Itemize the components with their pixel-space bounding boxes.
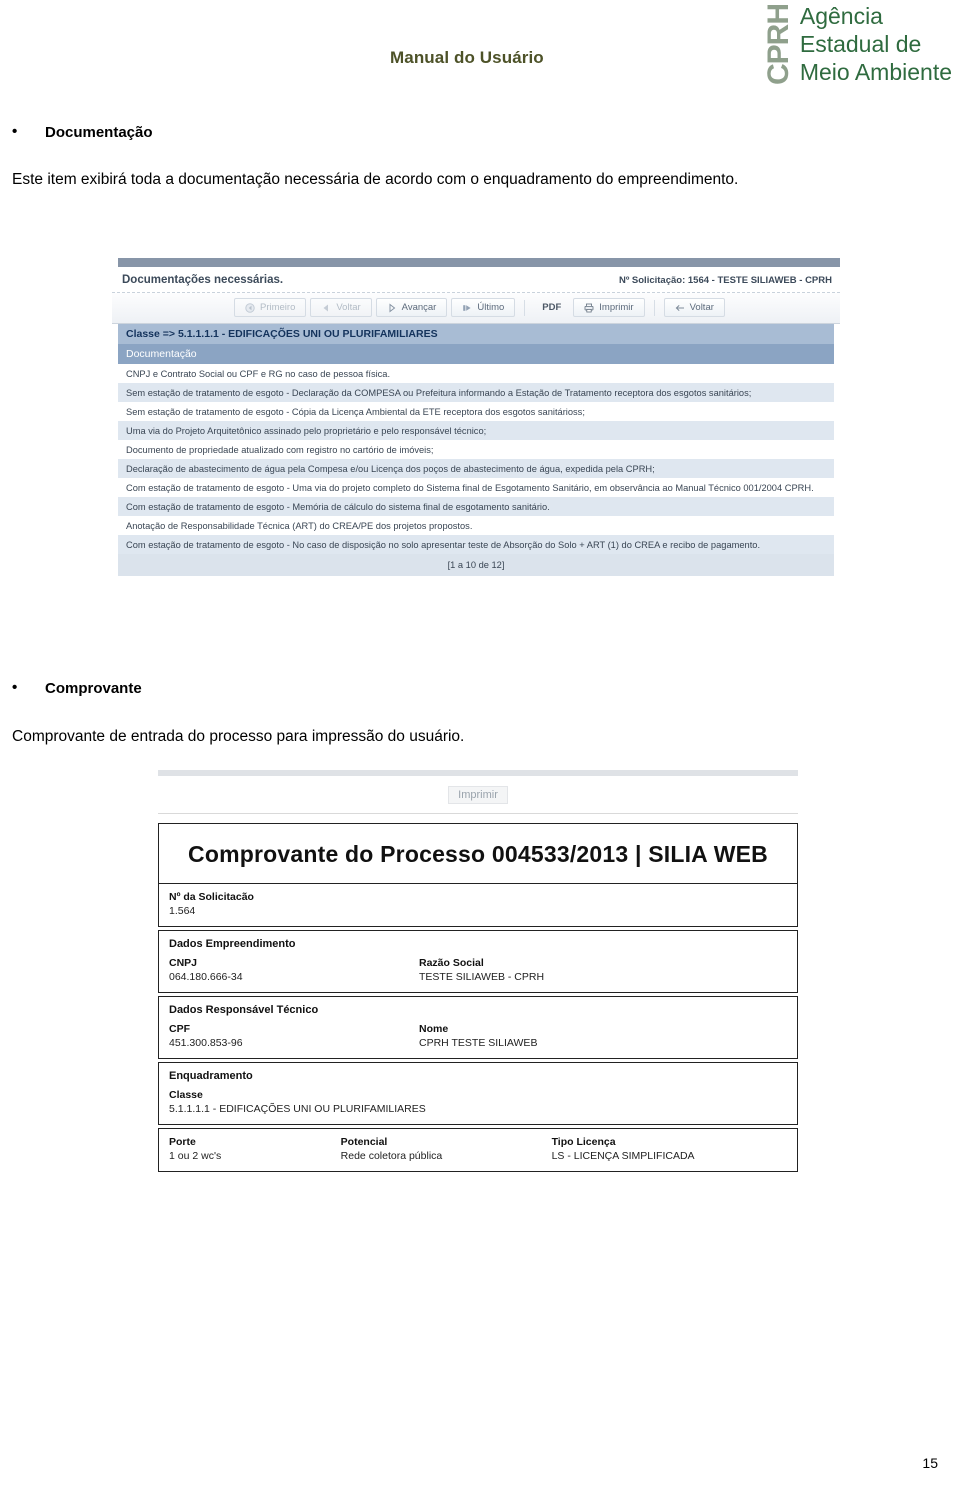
solicitacao-label: Nº Solicitação: 1564 - TESTE SILIAWEB - … bbox=[618, 275, 832, 286]
last-page-label: Último bbox=[477, 302, 505, 313]
potencial-value: Rede coletora pública bbox=[340, 1150, 443, 1162]
responsavel-tecnico-box: Dados Responsável Técnico CPF 451.300.85… bbox=[158, 996, 798, 1059]
tipo-licenca-field: Tipo Licença LS - LICENÇA SIMPLIFICADA bbox=[552, 1136, 787, 1162]
class-header-row: Classe => 5.1.1.1.1 - EDIFICAÇÕES UNI OU… bbox=[118, 324, 834, 344]
table-row[interactable]: Com estação de tratamento de esgoto - Um… bbox=[118, 478, 834, 497]
table-row[interactable]: Uma via do Projeto Arquitetônico assinad… bbox=[118, 421, 834, 440]
solicitacao-box: Nº da Solicitacão 1.564 bbox=[158, 884, 798, 927]
nome-field: Nome CPRH TESTE SILIAWEB bbox=[419, 1023, 649, 1049]
first-page-button[interactable]: Primeiro bbox=[234, 298, 307, 317]
table-row[interactable]: Com estação de tratamento de esgoto - Me… bbox=[118, 497, 834, 516]
panel-title: Documentações necessárias. bbox=[122, 274, 284, 286]
cpf-field: CPF 451.300.853-96 bbox=[169, 1023, 419, 1049]
next-page-label: Avançar bbox=[401, 302, 437, 313]
panel-title-row: Documentações necessárias. Nº Solicitaçã… bbox=[112, 267, 840, 293]
toolbar-separator-1 bbox=[524, 299, 526, 316]
solicitacao-label: Nº da Solicitacão bbox=[169, 891, 254, 903]
tipo-licenca-value: LS - LICENÇA SIMPLIFICADA bbox=[551, 1150, 695, 1162]
enquadramento-section-label: Enquadramento bbox=[169, 1070, 253, 1082]
printer-icon bbox=[584, 303, 594, 312]
cprh-logo-text: Agência Estadual de Meio Ambiente bbox=[800, 2, 952, 86]
previous-page-button[interactable]: Voltar bbox=[310, 298, 372, 317]
page-header: Manual do Usuário CPRH Agência Estadual … bbox=[0, 0, 960, 100]
licenca-box: Porte 1 ou 2 wc's Potencial Rede coletor… bbox=[158, 1128, 798, 1172]
back-arrow-icon bbox=[675, 304, 684, 311]
cpf-label: CPF bbox=[169, 1023, 190, 1035]
cpf-value: 451.300.853-96 bbox=[169, 1037, 243, 1049]
potencial-field: Potencial Rede coletora pública bbox=[341, 1136, 552, 1162]
potencial-label: Potencial bbox=[340, 1136, 388, 1148]
pdf-button[interactable]: PDF bbox=[534, 298, 569, 317]
last-page-icon bbox=[463, 304, 471, 311]
empreendimento-fields: CNPJ 064.180.666-34 Razão Social TESTE S… bbox=[169, 957, 787, 983]
section-paragraph-documentacao: Este item exibirá toda a documentação ne… bbox=[12, 171, 739, 188]
page-number: 15 bbox=[922, 1455, 938, 1471]
print-label: Imprimir bbox=[599, 302, 634, 313]
cnpj-value: 064.180.666-34 bbox=[169, 971, 243, 983]
comprovante-title-box: Comprovante do Processo 004533/2013 | SI… bbox=[158, 823, 798, 884]
first-page-icon bbox=[245, 302, 255, 313]
section-heading-documentacao: Documentação bbox=[12, 123, 152, 141]
nome-value: CPRH TESTE SILIAWEB bbox=[419, 1037, 538, 1049]
enquadramento-box: Enquadramento Classe 5.1.1.1.1 - EDIFICA… bbox=[158, 1062, 798, 1125]
tipo-licenca-label: Tipo Licença bbox=[551, 1136, 616, 1148]
back-label: Voltar bbox=[689, 302, 714, 313]
solicitacao-value: 1.564 bbox=[169, 905, 196, 917]
licenca-fields: Porte 1 ou 2 wc's Potencial Rede coletor… bbox=[169, 1136, 787, 1162]
responsavel-section-label: Dados Responsável Técnico bbox=[169, 1004, 319, 1016]
classe-label: Classe bbox=[169, 1089, 203, 1101]
screenshot-footer-space bbox=[112, 576, 840, 590]
next-page-button[interactable]: Avançar bbox=[375, 298, 448, 317]
logo-line-1: Agência bbox=[799, 3, 883, 29]
porte-value: 1 ou 2 wc's bbox=[169, 1150, 222, 1162]
comprovante-print-button[interactable]: Imprimir bbox=[448, 786, 508, 804]
table-row[interactable]: Declaração de abastecimento de água pela… bbox=[118, 459, 834, 478]
table-row[interactable]: Anotação de Responsabilidade Técnica (AR… bbox=[118, 516, 834, 535]
table-row[interactable]: Documento de propriedade atualizado com … bbox=[118, 440, 834, 459]
screenshot-documentacoes-necessarias: Documentações necessárias. Nº Solicitaçã… bbox=[112, 258, 840, 590]
table-row[interactable]: CNPJ e Contrato Social ou CPF e RG no ca… bbox=[118, 364, 834, 383]
previous-page-label: Voltar bbox=[336, 302, 361, 313]
logo-line-3: Meio Ambiente bbox=[799, 59, 952, 85]
table-row[interactable]: Sem estação de tratamento de esgoto - De… bbox=[118, 383, 834, 402]
comprovante-title: Comprovante do Processo 004533/2013 | SI… bbox=[188, 841, 768, 867]
screenshot-comprovante: Imprimir Comprovante do Processo 004533/… bbox=[158, 770, 798, 1172]
responsavel-fields: CPF 451.300.853-96 Nome CPRH TESTE SILIA… bbox=[169, 1023, 787, 1049]
porte-field: Porte 1 ou 2 wc's bbox=[169, 1136, 341, 1162]
table-column-header: Documentação bbox=[118, 344, 834, 364]
cnpj-label: CNPJ bbox=[169, 957, 198, 969]
empreendimento-section-label: Dados Empreendimento bbox=[169, 938, 296, 950]
razao-social-field: Razão Social TESTE SILIAWEB - CPRH bbox=[419, 957, 649, 983]
porte-label: Porte bbox=[169, 1136, 196, 1148]
cprh-logo: CPRH Agência Estadual de Meio Ambiente bbox=[761, 2, 952, 88]
razao-social-label: Razão Social bbox=[419, 957, 484, 969]
print-button[interactable]: Imprimir bbox=[573, 298, 645, 317]
next-page-icon bbox=[389, 302, 395, 313]
empreendimento-box: Dados Empreendimento CNPJ 064.180.666-34… bbox=[158, 930, 798, 993]
first-page-label: Primeiro bbox=[260, 302, 296, 313]
previous-page-icon bbox=[323, 304, 329, 311]
section-paragraph-comprovante: Comprovante de entrada do processo para … bbox=[12, 728, 465, 745]
last-page-button[interactable]: Último bbox=[451, 298, 516, 317]
app-window-topbar bbox=[118, 258, 840, 267]
navigation-toolbar: Primeiro Voltar Avançar Último PDF Impri… bbox=[112, 293, 840, 324]
pdf-label: PDF bbox=[542, 302, 562, 313]
cnpj-field: CNPJ 064.180.666-34 bbox=[169, 957, 419, 983]
razao-social-value: TESTE SILIAWEB - CPRH bbox=[419, 971, 545, 983]
logo-line-2: Estadual de bbox=[799, 31, 922, 57]
nome-label: Nome bbox=[419, 1023, 449, 1035]
comprovante-print-bar: Imprimir bbox=[158, 776, 798, 814]
table-row[interactable]: Com estação de tratamento de esgoto - No… bbox=[118, 535, 834, 554]
cprh-acronym-logo: CPRH bbox=[761, 3, 795, 85]
classe-value: 5.1.1.1.1 - EDIFICAÇÕES UNI OU PLURIFAMI… bbox=[169, 1103, 426, 1115]
table-row[interactable]: Sem estação de tratamento de esgoto - Có… bbox=[118, 402, 834, 421]
toolbar-separator-2 bbox=[653, 299, 655, 316]
pagination-indicator: [1 a 10 de 12] bbox=[118, 554, 834, 576]
section-heading-comprovante: Comprovante bbox=[12, 679, 142, 697]
back-button[interactable]: Voltar bbox=[663, 298, 725, 317]
page-header-title: Manual do Usuário bbox=[390, 48, 544, 67]
